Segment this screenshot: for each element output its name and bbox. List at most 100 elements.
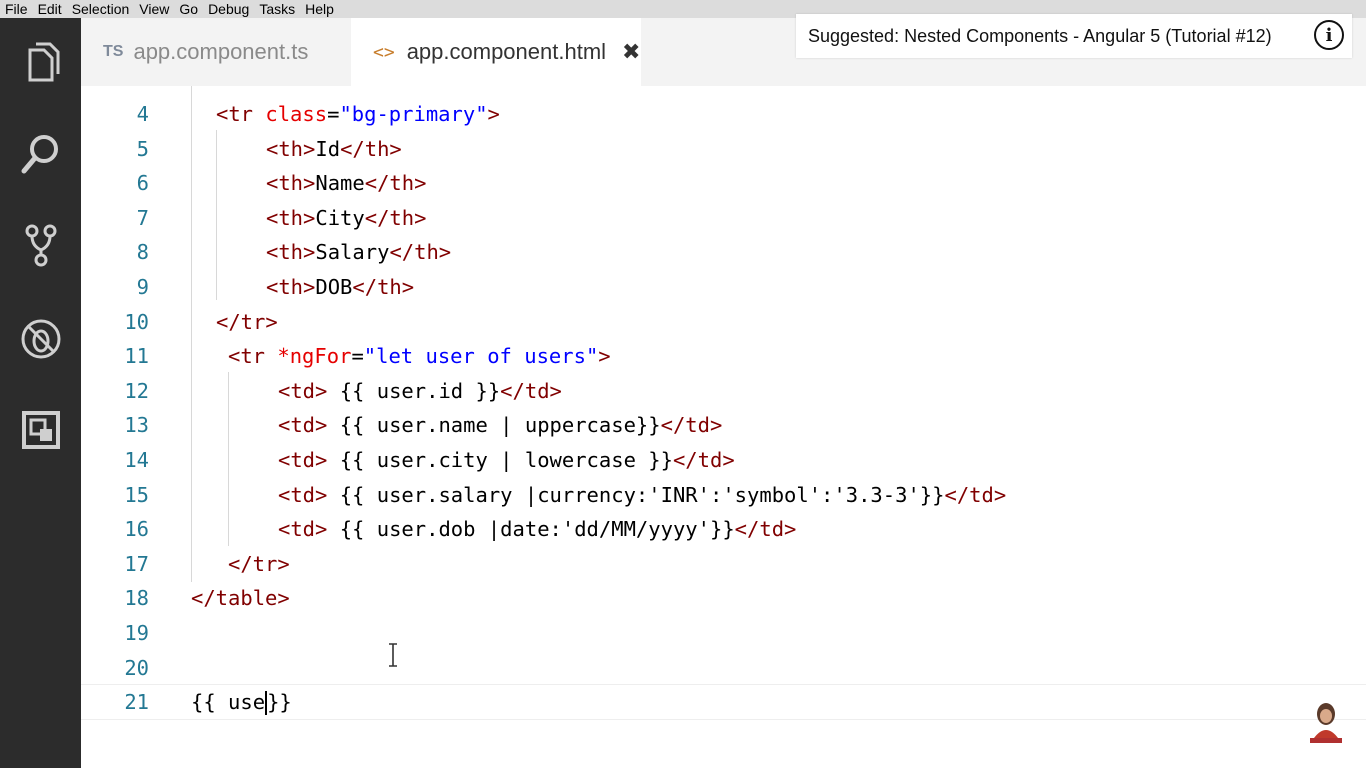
code-text: <td> {{ user.salary |currency:'INR':'sym…	[278, 478, 1006, 512]
code-line[interactable]: 17 </tr>	[81, 547, 1366, 581]
code-line[interactable]: 10 </tr>	[81, 305, 1366, 339]
code-token: Id	[315, 136, 341, 161]
code-token: </td>	[944, 482, 1007, 507]
code-token: class	[265, 102, 328, 126]
activity-bar	[0, 18, 81, 768]
line-number: 4	[136, 102, 149, 126]
suggested-title[interactable]: Suggested: Nested Components - Angular 5…	[808, 26, 1272, 47]
code-line[interactable]: 20	[81, 651, 1366, 685]
menu-view[interactable]: View	[134, 1, 174, 17]
code-line[interactable]: 21 {{ use}}	[81, 685, 1366, 719]
code-token: {{ user.salary |currency:'INR':'symbol':…	[327, 482, 945, 507]
debug-icon[interactable]	[18, 316, 64, 362]
code-text: <th>City</th>	[266, 201, 426, 235]
line-number: 5	[136, 136, 149, 161]
code-token: }}	[267, 690, 292, 715]
code-token: <td>	[278, 413, 328, 438]
code-line[interactable]: 8 <th>Salary</th>	[81, 235, 1366, 269]
code-line[interactable]: 9 <th>DOB</th>	[81, 270, 1366, 304]
line-number: 14	[124, 448, 149, 472]
suggested-video-card[interactable]: Suggested: Nested Components - Angular 5…	[796, 14, 1352, 58]
code-line[interactable]: 19	[81, 616, 1366, 650]
code-token: =	[327, 102, 340, 126]
tab-app-component-ts[interactable]: TS app.component.ts	[103, 18, 353, 86]
code-text: <tr *ngFor="let user of users">	[228, 339, 611, 373]
code-line[interactable]: 15 <td> {{ user.salary |currency:'INR':'s…	[81, 478, 1366, 512]
code-text: {{ use}}	[191, 685, 292, 719]
line-number: 7	[136, 205, 149, 230]
menu-help[interactable]: Help	[300, 1, 339, 17]
line-number: 6	[136, 171, 149, 196]
code-token: <tr	[216, 102, 266, 126]
code-token: </td>	[500, 378, 562, 403]
code-text: <th>Id</th>	[266, 132, 402, 166]
code-token: </tr>	[228, 551, 290, 576]
code-token: <th>	[266, 205, 316, 230]
code-text: <th>Name</th>	[266, 166, 426, 200]
code-token: </th>	[364, 171, 427, 196]
code-editor[interactable]: <table class="table table-bordered">4<tr…	[81, 86, 1366, 768]
code-text: </table>	[191, 581, 290, 615]
code-token: </th>	[340, 136, 402, 161]
code-token: <td>	[278, 378, 328, 403]
code-token: </th>	[352, 275, 415, 299]
html-file-icon: <>	[373, 41, 395, 63]
code-token: <th>	[266, 275, 316, 299]
code-text: <td> {{ user.id }}</td>	[278, 374, 562, 408]
code-token: >	[598, 344, 611, 369]
code-token: {{ user.dob |date:'dd/MM/yyyy'}}	[327, 517, 735, 542]
close-icon[interactable]: ✖	[622, 39, 640, 65]
code-text: <td> {{ user.city | lowercase }}</td>	[278, 443, 735, 477]
code-token: <tr	[228, 344, 278, 369]
menu-edit[interactable]: Edit	[33, 1, 67, 17]
code-token: "let user of users"	[363, 344, 599, 369]
code-line[interactable]: 5 <th>Id</th>	[81, 132, 1366, 166]
code-token: Salary	[315, 240, 390, 265]
code-token: City	[315, 205, 365, 230]
code-token: Name	[315, 171, 365, 196]
line-number: 21	[124, 690, 149, 715]
code-token: </tr>	[216, 309, 278, 334]
code-line[interactable]: 14 <td> {{ user.city | lowercase }}</td>	[81, 443, 1366, 477]
code-line[interactable]: 4 <tr class="bg-primary">	[81, 97, 1366, 131]
code-line[interactable]: 16 <td> {{ user.dob |date:'dd/MM/yyyy'}}<…	[81, 512, 1366, 546]
code-line[interactable]: 18 </table>	[81, 581, 1366, 615]
line-number: 16	[124, 517, 149, 542]
search-icon[interactable]	[18, 131, 64, 177]
tab-app-component-html[interactable]: <> app.component.html ✖	[351, 18, 641, 86]
code-text: </tr>	[228, 547, 290, 581]
code-token: DOB	[315, 275, 353, 299]
typescript-icon: TS	[103, 43, 124, 60]
code-line[interactable]: 11 <tr *ngFor="let user of users">	[81, 339, 1366, 373]
code-token: </td>	[672, 448, 735, 472]
code-token: =	[351, 344, 364, 369]
source-control-icon[interactable]	[18, 222, 64, 268]
menu-file[interactable]: File	[0, 1, 33, 17]
code-token: </table>	[191, 586, 290, 611]
menu-go[interactable]: Go	[174, 1, 203, 17]
menu-selection[interactable]: Selection	[67, 1, 135, 17]
code-text: <td> {{ user.name | uppercase}}</td>	[278, 408, 722, 442]
files-icon[interactable]	[18, 40, 64, 86]
line-number: 9	[136, 275, 149, 299]
code-token: <th>	[266, 171, 316, 196]
code-token: <th>	[266, 136, 316, 161]
line-number: 19	[124, 621, 149, 645]
code-line[interactable]: 7 <th>City</th>	[81, 201, 1366, 235]
menu-debug[interactable]: Debug	[203, 1, 254, 17]
line-number: 13	[124, 413, 149, 438]
channel-avatar-watermark[interactable]	[1306, 700, 1346, 744]
code-line[interactable]: 13 <td> {{ user.name | uppercase}}</td>	[81, 408, 1366, 442]
info-icon[interactable]: i	[1314, 20, 1344, 50]
code-token: {{ user.name | uppercase}}	[327, 413, 661, 438]
extensions-icon[interactable]	[18, 407, 64, 453]
code-token: </td>	[734, 517, 797, 542]
code-token: >	[487, 102, 500, 126]
code-token: {{ use	[191, 690, 266, 715]
line-number: 15	[124, 482, 149, 507]
menu-tasks[interactable]: Tasks	[254, 1, 300, 17]
line-number: 8	[136, 240, 149, 265]
code-line[interactable]: 6 <th>Name</th>	[81, 166, 1366, 200]
code-line[interactable]: 12 <td> {{ user.id }}</td>	[81, 374, 1366, 408]
line-number: 20	[124, 655, 149, 680]
